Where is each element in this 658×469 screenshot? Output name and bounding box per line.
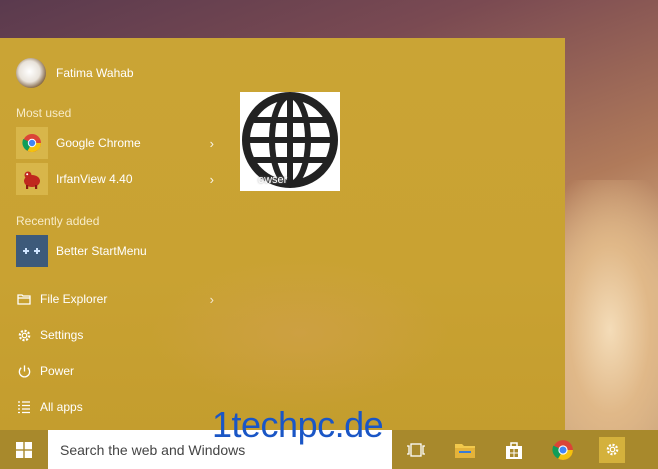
chrome-taskbar-button[interactable] xyxy=(543,430,583,469)
settings-label: Settings xyxy=(40,328,84,342)
gear-icon xyxy=(606,443,618,456)
all-apps-item[interactable]: All apps xyxy=(16,393,214,421)
app-label: Better StartMenu xyxy=(56,244,147,258)
file-explorer-item[interactable]: File Explorer › xyxy=(16,285,214,313)
file-explorer-label: File Explorer xyxy=(40,292,108,306)
irfanview-icon xyxy=(16,163,48,195)
power-item[interactable]: Power xyxy=(16,357,214,385)
better-startmenu-icon xyxy=(16,235,48,267)
most-used-header: Most used xyxy=(16,106,72,120)
recently-added-header: Recently added xyxy=(16,214,100,228)
store-taskbar-button[interactable] xyxy=(494,430,534,469)
chrome-icon xyxy=(552,439,573,460)
gear-icon xyxy=(16,327,32,343)
chevron-right-icon[interactable]: › xyxy=(210,136,214,151)
power-icon xyxy=(16,363,32,379)
chevron-right-icon[interactable]: › xyxy=(210,292,214,307)
settings-taskbar-button[interactable] xyxy=(594,430,630,469)
chrome-icon xyxy=(16,127,48,159)
all-apps-icon xyxy=(16,399,32,415)
windows-icon xyxy=(16,441,32,458)
user-account[interactable]: Fatima Wahab xyxy=(16,58,134,88)
search-placeholder: Search the web and Windows xyxy=(60,441,246,458)
browser-tile[interactable]: owser xyxy=(240,92,340,191)
power-label: Power xyxy=(40,364,75,378)
app-item-better-startmenu[interactable]: Better StartMenu xyxy=(16,234,214,268)
file-explorer-icon xyxy=(16,291,32,307)
store-icon xyxy=(506,441,522,459)
taskbar: Search the web and Windows xyxy=(0,430,658,469)
globe-icon xyxy=(242,92,338,188)
all-apps-label: All apps xyxy=(40,400,83,414)
task-view-button[interactable] xyxy=(396,430,436,469)
app-item-irfanview[interactable]: IrfanView 4.40 › xyxy=(16,162,214,196)
app-item-google-chrome[interactable]: Google Chrome › xyxy=(16,126,214,160)
search-input[interactable]: Search the web and Windows xyxy=(48,430,392,469)
start-button[interactable] xyxy=(0,430,48,469)
user-name: Fatima Wahab xyxy=(56,66,134,80)
task-view-icon xyxy=(407,442,425,457)
file-explorer-icon xyxy=(455,443,475,458)
chevron-right-icon[interactable]: › xyxy=(210,172,214,187)
tile-label: owser xyxy=(258,174,288,186)
settings-item[interactable]: Settings xyxy=(16,321,214,349)
start-menu: Fatima Wahab Most used Google Chrome › I… xyxy=(0,38,565,430)
app-label: IrfanView 4.40 xyxy=(56,172,133,186)
avatar xyxy=(16,58,46,88)
app-label: Google Chrome xyxy=(56,136,141,150)
settings-tile xyxy=(599,436,625,463)
file-explorer-taskbar-button[interactable] xyxy=(445,430,485,469)
